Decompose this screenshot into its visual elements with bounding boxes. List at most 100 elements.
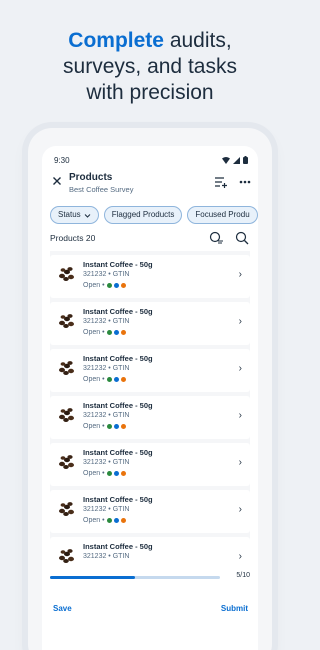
- more-button[interactable]: [238, 175, 252, 189]
- item-code: 321232 • GTIN: [83, 318, 130, 325]
- item-name: Instant Coffee - 50g: [83, 448, 153, 457]
- app-bar: Products Best Coffee Survey: [42, 170, 258, 196]
- chip-focused-products[interactable]: Focused Produ: [187, 206, 258, 224]
- chevron-right-icon: ›: [238, 410, 242, 421]
- filter-add-icon: [215, 177, 227, 188]
- item-code: 321232 • GTIN: [83, 459, 130, 466]
- item-code: 321232 • GTIN: [83, 412, 130, 419]
- status-icons: [222, 156, 248, 164]
- item-name: Instant Coffee - 50g: [83, 495, 153, 504]
- chip-status-label: Status: [58, 210, 81, 219]
- chevron-right-icon: ›: [238, 269, 242, 280]
- status-dot-orange: [120, 283, 126, 288]
- coffee-beans-image: [59, 549, 74, 563]
- item-status-text: Open •: [83, 517, 105, 524]
- item-status: Open •: [83, 376, 126, 383]
- battery-icon: [243, 156, 248, 164]
- list-item[interactable]: Instant Coffee - 50g 321232 • GTIN Open …: [50, 396, 250, 439]
- progress-bar: [50, 576, 220, 579]
- item-name: Instant Coffee - 50g: [83, 542, 153, 551]
- wifi-icon: [222, 156, 230, 164]
- status-dot-blue: [113, 330, 119, 335]
- item-status-text: Open •: [83, 329, 105, 336]
- status-dot-orange: [120, 518, 126, 523]
- list-item[interactable]: Instant Coffee - 50g 321232 • GTIN Open …: [50, 349, 250, 392]
- item-code: 321232 • GTIN: [83, 365, 130, 372]
- status-dot-orange: [120, 377, 126, 382]
- status-time: 9:30: [54, 155, 70, 165]
- status-dot-green: [106, 518, 112, 523]
- status-bar: 9:30: [54, 154, 248, 166]
- coffee-beans-image: [59, 455, 74, 469]
- progress-fill: [50, 576, 135, 579]
- chip-flagged-products[interactable]: Flagged Products: [103, 206, 183, 224]
- item-name: Instant Coffee - 50g: [83, 307, 153, 316]
- coffee-beans-image: [59, 314, 74, 328]
- list-item[interactable]: Instant Coffee - 50g 321232 • GTIN ›: [50, 537, 250, 563]
- headline-line-1-rest: audits,: [163, 29, 232, 52]
- headline-accent: Complete: [68, 29, 164, 52]
- status-dot-green: [106, 471, 112, 476]
- item-status-text: Open •: [83, 470, 105, 477]
- list-item[interactable]: Instant Coffee - 50g 321232 • GTIN Open …: [50, 302, 250, 345]
- status-dot-green: [106, 424, 112, 429]
- item-code: 321232 • GTIN: [83, 553, 130, 560]
- headline-line-3: with precision: [86, 81, 214, 104]
- signal-icon: [233, 156, 240, 164]
- page-title: Products: [69, 172, 113, 183]
- status-dot-orange: [120, 424, 126, 429]
- item-status-text: Open •: [83, 282, 105, 289]
- chevron-right-icon: ›: [238, 504, 242, 515]
- chip-status[interactable]: Status: [50, 206, 99, 224]
- more-icon: [239, 180, 251, 184]
- status-dot-blue: [113, 283, 119, 288]
- item-name: Instant Coffee - 50g: [83, 401, 153, 410]
- item-name: Instant Coffee - 50g: [83, 354, 153, 363]
- item-name: Instant Coffee - 50g: [83, 260, 153, 269]
- products-count: Products 20: [50, 233, 96, 243]
- status-dot-green: [106, 377, 112, 382]
- close-icon: [53, 177, 61, 185]
- item-status-text: Open •: [83, 376, 105, 383]
- item-status: Open •: [83, 282, 126, 289]
- scan-search-icon: [235, 231, 249, 245]
- status-dot-blue: [113, 518, 119, 523]
- chevron-right-icon: ›: [238, 457, 242, 468]
- filter-add-button[interactable]: [214, 175, 228, 189]
- status-dot-blue: [113, 471, 119, 476]
- progress-label: 5/10: [236, 572, 250, 579]
- chevron-right-icon: ›: [238, 363, 242, 374]
- status-dot-blue: [113, 377, 119, 382]
- headline-line-2: surveys, and tasks: [63, 55, 237, 78]
- item-status: Open •: [83, 423, 126, 430]
- status-dot-green: [106, 330, 112, 335]
- coffee-beans-image: [59, 502, 74, 516]
- chevron-right-icon: ›: [238, 316, 242, 327]
- list-item[interactable]: Instant Coffee - 50g 321232 • GTIN Open …: [50, 490, 250, 533]
- save-button[interactable]: Save: [53, 604, 72, 613]
- list-header: Products 20: [50, 230, 250, 246]
- status-dot-orange: [120, 471, 126, 476]
- item-code: 321232 • GTIN: [83, 506, 130, 513]
- submit-button[interactable]: Submit: [221, 604, 248, 613]
- scan-button[interactable]: [234, 230, 250, 246]
- sort-button[interactable]: [208, 230, 224, 246]
- chevron-down-icon: [84, 213, 91, 218]
- item-code: 321232 • GTIN: [83, 271, 130, 278]
- headline: Complete audits, surveys, and tasks with…: [0, 28, 300, 106]
- coffee-beans-image: [59, 267, 74, 281]
- close-button[interactable]: [50, 174, 64, 188]
- app-screen: 9:30 Products Best Coffee Survey Status …: [42, 146, 258, 650]
- item-status-text: Open •: [83, 423, 105, 430]
- status-dot-blue: [113, 424, 119, 429]
- filter-chips: Status Flagged Products Focused Produ: [50, 206, 258, 224]
- list-item[interactable]: Instant Coffee - 50g 321232 • GTIN Open …: [50, 255, 250, 298]
- item-status: Open •: [83, 470, 126, 477]
- phone-frame: 9:30 Products Best Coffee Survey Status …: [28, 128, 272, 650]
- chevron-right-icon: ›: [238, 551, 242, 562]
- list-item[interactable]: Instant Coffee - 50g 321232 • GTIN Open …: [50, 443, 250, 486]
- coffee-beans-image: [59, 408, 74, 422]
- product-list: Instant Coffee - 50g 321232 • GTIN Open …: [50, 251, 250, 563]
- status-dot-orange: [120, 330, 126, 335]
- chip-flagged-label: Flagged Products: [111, 210, 175, 219]
